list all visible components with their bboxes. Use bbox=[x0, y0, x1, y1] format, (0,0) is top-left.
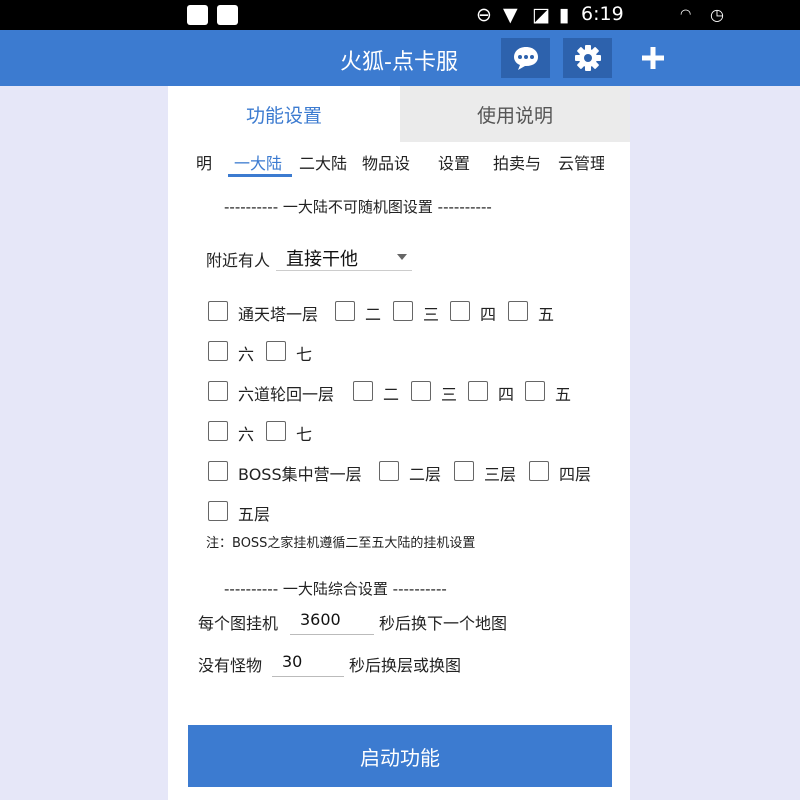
no-monster-input[interactable]: 30 bbox=[272, 648, 344, 677]
tower-floor-4-checkbox[interactable] bbox=[450, 301, 470, 321]
subtab-settings[interactable]: 设置 bbox=[438, 150, 470, 174]
gear-icon bbox=[574, 45, 601, 71]
samsara-floor-4-label: 四 bbox=[498, 385, 515, 404]
tower-floor-2-label: 二 bbox=[365, 305, 382, 324]
section-title-general: ---------- 一大陆综合设置 ---------- bbox=[224, 580, 447, 598]
samsara-floor-6-label: 六 bbox=[238, 425, 255, 444]
subtab-instructions[interactable]: 明 bbox=[196, 150, 214, 174]
tower-floor-7-checkbox[interactable] bbox=[266, 341, 286, 361]
start-button[interactable]: 启动功能 bbox=[188, 725, 612, 787]
samsara-floor-5-checkbox[interactable] bbox=[525, 381, 545, 401]
map-duration-input[interactable]: 3600 bbox=[290, 606, 374, 635]
boss-floor-2-label: 二层 bbox=[409, 465, 442, 484]
nearby-action-select[interactable]: 直接干他 bbox=[276, 243, 412, 271]
tower-floor-3-checkbox[interactable] bbox=[393, 301, 413, 321]
tower-floor-1-checkbox[interactable] bbox=[208, 301, 228, 321]
dropdown-arrow-icon bbox=[397, 254, 407, 260]
boss-floor-3-checkbox[interactable] bbox=[454, 461, 474, 481]
chat-button[interactable] bbox=[501, 38, 550, 78]
boss-floor-5-label: 五层 bbox=[238, 505, 271, 524]
no-signal-icon: ◪ bbox=[532, 4, 550, 26]
tower-floor-3-label: 三 bbox=[423, 305, 440, 324]
tower-floor-2-checkbox[interactable] bbox=[335, 301, 355, 321]
add-button[interactable] bbox=[638, 38, 668, 78]
section-title-random-map: ---------- 一大陆不可随机图设置 ---------- bbox=[224, 198, 492, 216]
subtab-cloud[interactable]: 云管理 bbox=[558, 150, 604, 174]
settings-card: 功能设置 使用说明 明 一大陆 二大陆 物品设 设置 拍卖与 云管理 -----… bbox=[168, 86, 630, 800]
no-monster-label: 没有怪物 bbox=[198, 656, 263, 675]
boss-floor-1-checkbox[interactable] bbox=[208, 461, 228, 481]
samsara-floor-1-checkbox[interactable] bbox=[208, 381, 228, 401]
tower-floor-5-checkbox[interactable] bbox=[508, 301, 528, 321]
nearby-action-value: 直接干他 bbox=[286, 249, 358, 270]
map-duration-label: 每个图挂机 bbox=[198, 614, 279, 633]
app-title: 火狐-点卡服 bbox=[340, 50, 458, 75]
tower-floor-1-label: 通天塔一层 bbox=[238, 305, 319, 324]
tower-floor-7-label: 七 bbox=[296, 345, 313, 364]
wifi-icon: ▼ bbox=[503, 4, 518, 26]
samsara-floor-5-label: 五 bbox=[555, 385, 572, 404]
app-bar: 火狐-点卡服 bbox=[0, 30, 800, 86]
status-time: 6:19 bbox=[581, 3, 624, 25]
tower-floor-4-label: 四 bbox=[480, 305, 497, 324]
settings-button[interactable] bbox=[563, 38, 612, 78]
clock-icon: ◷ bbox=[710, 5, 724, 24]
samsara-floor-3-label: 三 bbox=[441, 385, 458, 404]
samsara-floor-7-label: 七 bbox=[296, 425, 313, 444]
tower-floor-6-label: 六 bbox=[238, 345, 255, 364]
samsara-floor-6-checkbox[interactable] bbox=[208, 421, 228, 441]
boss-home-note: 注：BOSS之家挂机遵循二至五大陆的挂机设置 bbox=[206, 536, 476, 551]
active-tab-indicator bbox=[228, 174, 292, 177]
boss-floor-3-label: 三层 bbox=[484, 465, 517, 484]
boss-floor-5-checkbox[interactable] bbox=[208, 501, 228, 521]
boss-floor-4-label: 四层 bbox=[559, 465, 592, 484]
subtab-auction[interactable]: 拍卖与 bbox=[493, 150, 549, 174]
battery-icon: ▮ bbox=[559, 4, 570, 26]
boss-floor-4-checkbox[interactable] bbox=[529, 461, 549, 481]
boss-floor-2-checkbox[interactable] bbox=[379, 461, 399, 481]
tab-instructions[interactable]: 使用说明 bbox=[400, 86, 630, 142]
chat-icon bbox=[513, 47, 538, 70]
no-monster-suffix: 秒后换层或换图 bbox=[349, 656, 462, 675]
subtab-continent-1[interactable]: 一大陆 bbox=[234, 150, 282, 174]
samsara-floor-2-label: 二 bbox=[383, 385, 400, 404]
tower-floor-6-checkbox[interactable] bbox=[208, 341, 228, 361]
boss-floor-1-label: BOSS集中营一层 bbox=[238, 465, 362, 484]
samsara-floor-1-label: 六道轮回一层 bbox=[238, 385, 335, 404]
samsara-floor-3-checkbox[interactable] bbox=[411, 381, 431, 401]
map-duration-suffix: 秒后换下一个地图 bbox=[379, 614, 508, 633]
no-monster-value: 30 bbox=[282, 652, 303, 671]
samsara-floor-7-checkbox[interactable] bbox=[266, 421, 286, 441]
notification-icon bbox=[187, 5, 208, 25]
nearby-label: 附近有人 bbox=[206, 251, 271, 270]
tower-floor-5-label: 五 bbox=[538, 305, 555, 324]
status-bar: ⊖ ▼ ◪ ▮ 6:19 ◠ ◷ bbox=[0, 0, 800, 30]
do-not-disturb-icon: ⊖ bbox=[476, 4, 492, 26]
map-duration-value: 3600 bbox=[300, 610, 341, 629]
sync-icon: ◠ bbox=[680, 7, 692, 22]
notification-icon bbox=[217, 5, 238, 25]
plus-icon bbox=[642, 47, 664, 69]
subtab-items[interactable]: 物品设 bbox=[362, 150, 418, 174]
subtab-continent-2[interactable]: 二大陆 bbox=[299, 150, 347, 174]
samsara-floor-2-checkbox[interactable] bbox=[353, 381, 373, 401]
tab-function-settings[interactable]: 功能设置 bbox=[168, 86, 400, 142]
samsara-floor-4-checkbox[interactable] bbox=[468, 381, 488, 401]
